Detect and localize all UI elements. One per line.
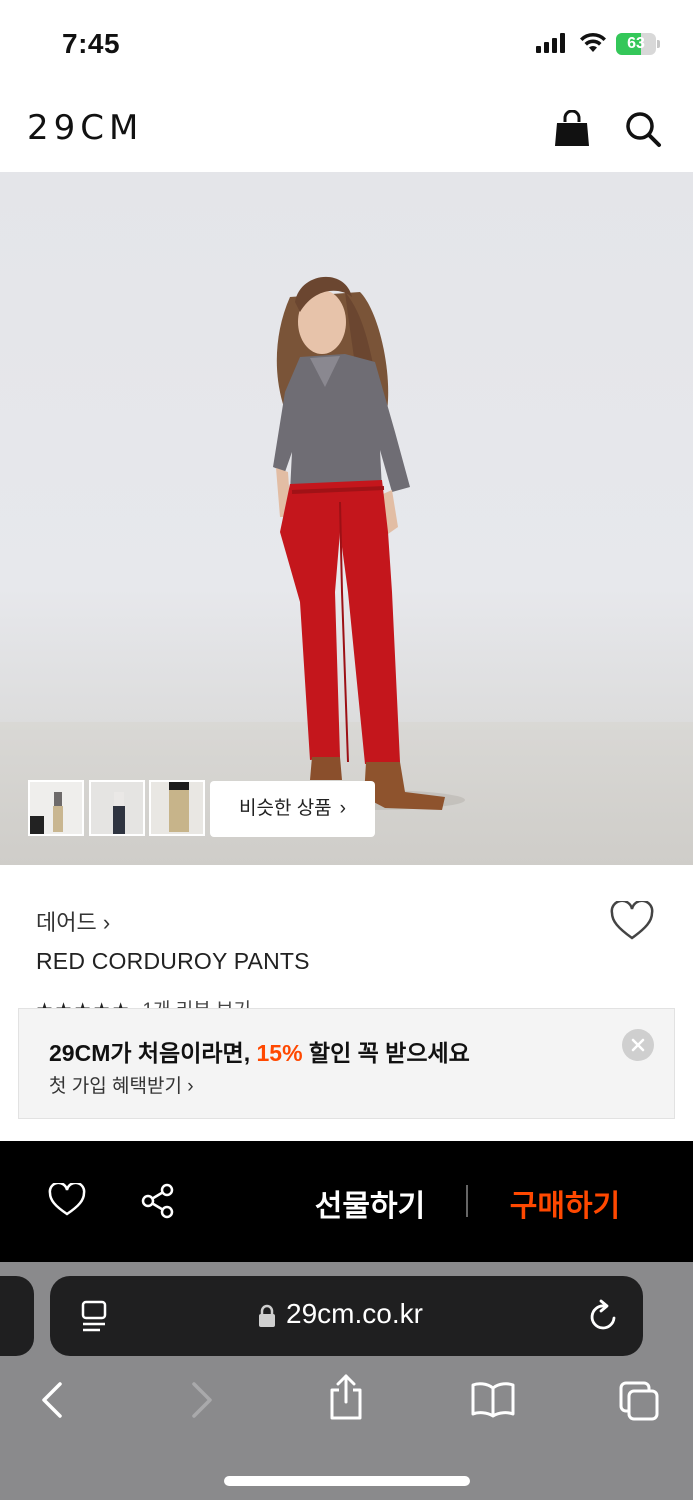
logo[interactable]: 29CM <box>27 108 143 148</box>
model-figure <box>273 276 465 810</box>
close-button[interactable] <box>622 1029 654 1061</box>
promo-subtitle: 첫 가입 혜택받기 <box>49 1076 182 1097</box>
lock-icon <box>259 1304 275 1327</box>
share-icon[interactable] <box>140 1183 176 1219</box>
gift-button[interactable]: 선물하기 <box>300 1181 440 1225</box>
battery-percent: 63 <box>627 35 645 52</box>
search-icon[interactable] <box>624 110 662 148</box>
bag-icon[interactable] <box>554 110 590 148</box>
address-bar[interactable]: 29cm.co.kr <box>50 1276 643 1356</box>
previous-tab[interactable] <box>0 1276 34 1356</box>
wifi-icon <box>580 32 606 52</box>
promo-discount: 15% <box>256 1040 303 1066</box>
action-bar: 선물하기 구매하기 <box>0 1141 693 1262</box>
brand-name: 데어드 <box>36 910 97 935</box>
promo-title-prefix: 29CM가 처음이라면, <box>49 1040 257 1066</box>
promo-signup-link[interactable]: 첫 가입 혜택받기 › <box>49 1071 194 1098</box>
reader-icon[interactable] <box>80 1300 108 1334</box>
close-icon <box>631 1038 645 1052</box>
battery-icon: 63 <box>616 33 660 55</box>
status-bar: 7:45 63 <box>0 0 693 88</box>
heart-icon[interactable] <box>48 1183 86 1217</box>
app-header: 29CM <box>0 88 693 172</box>
thumbnail-2[interactable] <box>89 780 145 836</box>
browser-nav-row <box>0 1372 693 1432</box>
chevron-right-icon: › <box>102 910 111 935</box>
bookmarks-icon[interactable] <box>470 1380 516 1418</box>
similar-products-button[interactable]: 비슷한 상품 › <box>210 781 375 837</box>
tabs-icon[interactable] <box>618 1380 660 1422</box>
thumbnail-1[interactable] <box>28 780 84 836</box>
back-icon[interactable] <box>38 1380 66 1420</box>
chevron-right-icon: › <box>339 798 346 819</box>
promo-title: 29CM가 처음이라면, 15% 할인 꼭 받으세요 <box>49 1034 470 1068</box>
rating-row[interactable]: ★★★★★ 1개 리뷰 보기 <box>36 995 251 1009</box>
reload-icon[interactable] <box>588 1299 620 1333</box>
status-time: 7:45 <box>62 28 121 59</box>
brand-link[interactable]: 데어드 › <box>36 905 110 937</box>
heart-icon[interactable] <box>610 901 654 941</box>
share-sheet-icon[interactable] <box>328 1374 364 1420</box>
url-text: 29cm.co.kr <box>286 1298 423 1329</box>
buy-button[interactable]: 구매하기 <box>495 1181 635 1225</box>
similar-products-label: 비슷한 상품 <box>238 798 332 819</box>
home-indicator <box>224 1476 470 1486</box>
browser-toolbar: 29cm.co.kr <box>0 1262 693 1500</box>
promo-banner[interactable]: 29CM가 처음이라면, 15% 할인 꼭 받으세요 첫 가입 혜택받기 › <box>18 1008 675 1119</box>
forward-icon[interactable] <box>188 1380 216 1420</box>
cellular-signal-icon <box>536 33 565 53</box>
promo-title-suffix: 할인 꼭 받으세요 <box>302 1040 470 1066</box>
product-name: RED CORDUROY PANTS <box>36 948 310 974</box>
thumbnail-3[interactable] <box>149 780 205 836</box>
divider <box>466 1185 468 1217</box>
product-image[interactable]: 비슷한 상품 › <box>0 172 693 865</box>
chevron-right-icon: › <box>187 1076 194 1097</box>
